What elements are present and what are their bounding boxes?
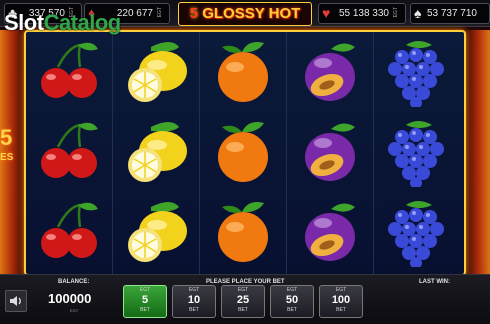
balance-label: BALANCE: — [58, 279, 90, 285]
bet-egt: EGT — [335, 287, 347, 293]
symbol-cherry — [26, 113, 112, 193]
jackpot-spades: ♠ 53 737 710 — [410, 3, 490, 24]
reel-1 — [26, 32, 113, 274]
grapes-icon — [388, 41, 444, 107]
cherry-icon — [41, 42, 98, 98]
symbol-plum — [287, 33, 373, 113]
bet-label: BET — [287, 307, 297, 313]
symbol-orange — [200, 193, 286, 273]
bet-button-1[interactable]: EGT 10 BET — [172, 285, 216, 318]
hearts-icon: ♥ — [322, 5, 331, 21]
bet-label: BET — [238, 307, 248, 313]
side-promo-number: 5 — [0, 125, 13, 150]
balance-egt: EGT — [70, 308, 79, 313]
sound-button[interactable] — [5, 290, 27, 312]
symbol-grapes — [374, 113, 460, 193]
bet-egt: EGT — [237, 287, 249, 293]
symbol-orange — [200, 113, 286, 193]
bet-value: 50 — [285, 294, 299, 306]
bet-value: 25 — [236, 294, 250, 306]
bet-egt: EGT — [139, 287, 151, 293]
egt-tag: EGT — [393, 7, 399, 18]
slotcatalog-watermark: SlotCatalog — [4, 10, 121, 36]
bet-button-4[interactable]: EGT 100 BET — [319, 285, 363, 318]
symbol-plum — [287, 193, 373, 273]
plum-icon — [305, 123, 355, 181]
symbol-grapes — [374, 193, 460, 273]
reel-4 — [287, 32, 374, 274]
balance-value: 100000 — [48, 291, 92, 306]
orange-icon — [218, 42, 268, 102]
bet-value: 10 — [187, 294, 201, 306]
grapes-icon — [388, 121, 444, 187]
jackpot-hearts-value: 55 138 330 — [338, 8, 389, 19]
bet-egt: EGT — [286, 287, 298, 293]
bet-label: BET — [336, 307, 346, 313]
side-promo-text: ES — [0, 152, 14, 163]
watermark-part1: Slot — [4, 10, 44, 35]
game-logo: 5 GLOSSY HOT — [178, 2, 312, 26]
bet-button-3[interactable]: EGT 50 BET — [270, 285, 314, 318]
spades-icon: ♠ — [414, 5, 422, 21]
bet-label: BET — [189, 307, 199, 313]
reel-2 — [113, 32, 200, 274]
egt-tag: EGT — [157, 7, 163, 18]
plum-icon — [305, 43, 355, 101]
logo-text: GLOSSY HOT — [202, 5, 301, 22]
symbol-orange — [200, 33, 286, 113]
orange-icon — [218, 202, 268, 262]
symbol-lemon — [113, 33, 199, 113]
bet-label: BET — [140, 307, 150, 313]
symbol-lemon — [113, 113, 199, 193]
symbol-grapes — [374, 33, 460, 113]
lemon-icon — [128, 42, 187, 102]
jackpot-diamonds-value: 220 677 — [116, 8, 153, 19]
symbol-cherry — [26, 33, 112, 113]
plum-icon — [305, 203, 355, 261]
speaker-icon — [10, 296, 21, 306]
logo-number: 5 — [189, 5, 199, 22]
flame-right-decoration — [464, 30, 490, 275]
bet-button-0[interactable]: EGT 5 BET — [123, 285, 167, 318]
reel-5 — [374, 32, 460, 274]
bet-button-2[interactable]: EGT 25 BET — [221, 285, 265, 318]
reel-3 — [200, 32, 287, 274]
symbol-plum — [287, 113, 373, 193]
cherry-icon — [41, 202, 98, 258]
jackpot-spades-value: 53 737 710 — [426, 8, 477, 19]
lemon-icon — [128, 122, 187, 182]
watermark-part2: Catalog — [43, 10, 122, 35]
last-win-label: LAST WIN: — [419, 279, 450, 285]
bet-value: 100 — [331, 294, 351, 306]
bet-value: 5 — [141, 294, 149, 306]
symbol-cherry — [26, 193, 112, 273]
grapes-icon — [388, 201, 444, 267]
jackpot-hearts: ♥ 55 138 330 EGT — [318, 3, 406, 24]
reel-area[interactable] — [24, 30, 466, 276]
bet-egt: EGT — [188, 287, 200, 293]
symbol-lemon — [113, 193, 199, 273]
lemon-icon — [128, 202, 187, 262]
orange-icon — [218, 122, 268, 182]
cherry-icon — [41, 122, 98, 178]
